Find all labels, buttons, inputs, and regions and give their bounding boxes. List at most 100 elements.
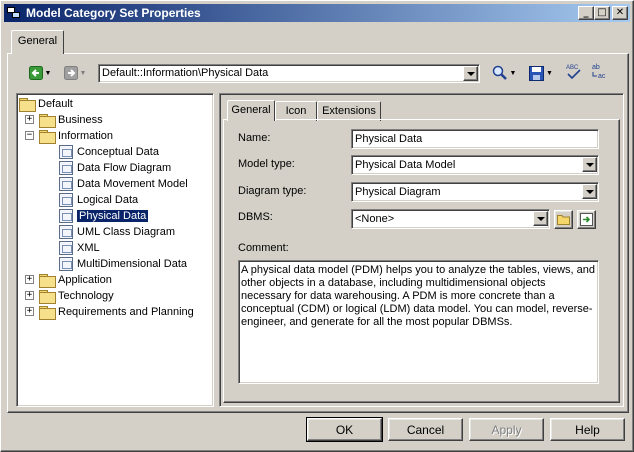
model-type-select[interactable]: Physical Data Model	[351, 155, 599, 175]
tree-item-label-selected: Physical Data	[77, 210, 149, 222]
dialog-window: Model Category Set Properties _ □ ✕ Gene…	[0, 0, 634, 452]
forward-button[interactable]: ▼	[60, 63, 90, 83]
tree-item-label: Business	[58, 114, 103, 126]
tree-item-label: Application	[58, 274, 112, 286]
model-category-icon	[59, 209, 73, 223]
folder-icon	[39, 290, 56, 304]
title-bar[interactable]: Model Category Set Properties _ □ ✕	[4, 4, 630, 22]
properties-icon	[580, 213, 593, 226]
floppy-disk-icon	[529, 65, 545, 81]
path-combobox[interactable]: Default::Information\Physical Data	[98, 64, 480, 83]
dbms-label: DBMS:	[238, 211, 273, 223]
comment-textarea[interactable]: A physical data model (PDM) helps you to…	[238, 260, 599, 384]
model-type-value: Physical Data Model	[355, 159, 456, 171]
replace-button[interactable]: ab ac	[589, 61, 609, 81]
tree-item-label: Conceptual Data	[77, 146, 159, 158]
expand-application-icon[interactable]: +	[25, 275, 34, 284]
model-category-icon	[59, 193, 73, 207]
diagram-type-select[interactable]: Physical Diagram	[351, 182, 599, 202]
folder-icon	[557, 215, 570, 225]
tree-item-multidimensional-data[interactable]: MultiDimensional Data	[59, 256, 187, 272]
model-type-label: Model type:	[238, 158, 295, 170]
tree-item-logical-data[interactable]: Logical Data	[59, 192, 138, 208]
model-category-icon	[59, 161, 73, 175]
tree-item-requirements-and-planning[interactable]: Requirements and Planning	[39, 304, 194, 320]
tree-item-application[interactable]: Application	[39, 272, 112, 288]
apply-label: Apply	[491, 422, 522, 437]
minimize-button[interactable]: _	[578, 6, 594, 20]
svg-text:ABC: ABC	[566, 65, 579, 71]
tree-item-technology[interactable]: Technology	[39, 288, 114, 304]
tree-item-label: XML	[77, 242, 100, 254]
maximize-button[interactable]: □	[594, 6, 610, 20]
tree-item-conceptual-data[interactable]: Conceptual Data	[59, 144, 159, 160]
spell-check-icon: ABC	[566, 65, 581, 80]
tree-item-label: Data Movement Model	[77, 178, 188, 190]
chevron-down-icon: ▼	[546, 69, 553, 77]
name-label: Name:	[238, 132, 271, 144]
path-dropdown-button[interactable]	[463, 66, 478, 81]
tree-root[interactable]: Default	[19, 96, 73, 112]
window-title: Model Category Set Properties	[26, 6, 201, 20]
properties-dbms-button[interactable]	[577, 210, 596, 229]
svg-text:ac: ac	[598, 73, 606, 80]
back-button[interactable]: ▼	[25, 63, 55, 83]
tree-item-physical-data[interactable]: Physical Data	[59, 208, 149, 224]
model-category-icon	[59, 177, 73, 191]
diagram-type-dropdown-button[interactable]	[582, 184, 597, 199]
dbms-value: <None>	[355, 213, 395, 225]
chevron-down-icon: ▼	[44, 69, 52, 77]
back-arrow-icon	[28, 66, 43, 80]
spell-check-button[interactable]: ABC	[564, 61, 584, 81]
tab-extensions[interactable]: Extensions	[317, 101, 381, 121]
expand-technology-icon[interactable]: +	[25, 291, 34, 300]
svg-text:ab: ab	[592, 64, 600, 71]
open-folder-icon	[39, 130, 56, 144]
open-folder-icon	[19, 98, 36, 112]
expand-requirements-icon[interactable]: +	[25, 307, 34, 316]
model-type-dropdown-button[interactable]	[582, 157, 597, 172]
tree-item-label: Logical Data	[77, 194, 139, 206]
tree-item-uml-class-diagram[interactable]: UML Class Diagram	[59, 224, 175, 240]
tab-icon[interactable]: Icon	[275, 101, 317, 121]
help-label: Help	[575, 422, 600, 437]
replace-text-icon: ab ac	[592, 64, 606, 80]
category-tree[interactable]: Default + Business − Information Concept…	[16, 93, 214, 407]
dbms-select[interactable]: <None>	[351, 209, 550, 229]
name-field[interactable]: Physical Data	[351, 129, 599, 149]
save-button[interactable]: ▼	[525, 63, 557, 83]
find-button[interactable]: ▼	[488, 63, 520, 83]
folder-icon	[39, 114, 56, 128]
expand-business-icon[interactable]: +	[25, 115, 34, 124]
apply-button[interactable]: Apply	[469, 418, 544, 441]
tree-item-label: Information	[58, 130, 114, 142]
tree-item-label: UML Class Diagram	[77, 226, 176, 238]
tree-item-label: Technology	[58, 290, 114, 302]
magnifier-icon	[492, 65, 507, 80]
tree-root-label: Default	[38, 98, 73, 110]
tree-item-data-movement-model[interactable]: Data Movement Model	[59, 176, 188, 192]
model-category-icon	[59, 241, 73, 255]
dbms-dropdown-button[interactable]	[533, 211, 548, 226]
tab-general-outer[interactable]: General	[11, 30, 64, 54]
path-value: Default::Information\Physical Data	[102, 67, 269, 79]
model-category-icon	[59, 145, 73, 159]
ok-button[interactable]: OK	[306, 417, 383, 442]
close-button[interactable]: ✕	[612, 6, 628, 20]
cancel-button[interactable]: Cancel	[388, 418, 463, 441]
browse-dbms-button[interactable]	[554, 210, 573, 229]
folder-icon	[39, 274, 56, 288]
chevron-down-icon: ▼	[509, 69, 517, 77]
diagram-type-value: Physical Diagram	[355, 186, 441, 198]
tree-item-information[interactable]: Information	[39, 128, 113, 144]
tree-item-label: Requirements and Planning	[58, 306, 194, 318]
chevron-down-icon: ▼	[79, 69, 87, 77]
tree-item-data-flow-diagram[interactable]: Data Flow Diagram	[59, 160, 171, 176]
tree-item-xml[interactable]: XML	[59, 240, 100, 256]
tree-item-business[interactable]: Business	[39, 112, 103, 128]
help-button[interactable]: Help	[550, 418, 625, 441]
model-category-icon	[59, 225, 73, 239]
collapse-information-icon[interactable]: −	[25, 131, 34, 140]
tab-general[interactable]: General	[227, 100, 275, 121]
comment-label: Comment:	[238, 242, 289, 254]
